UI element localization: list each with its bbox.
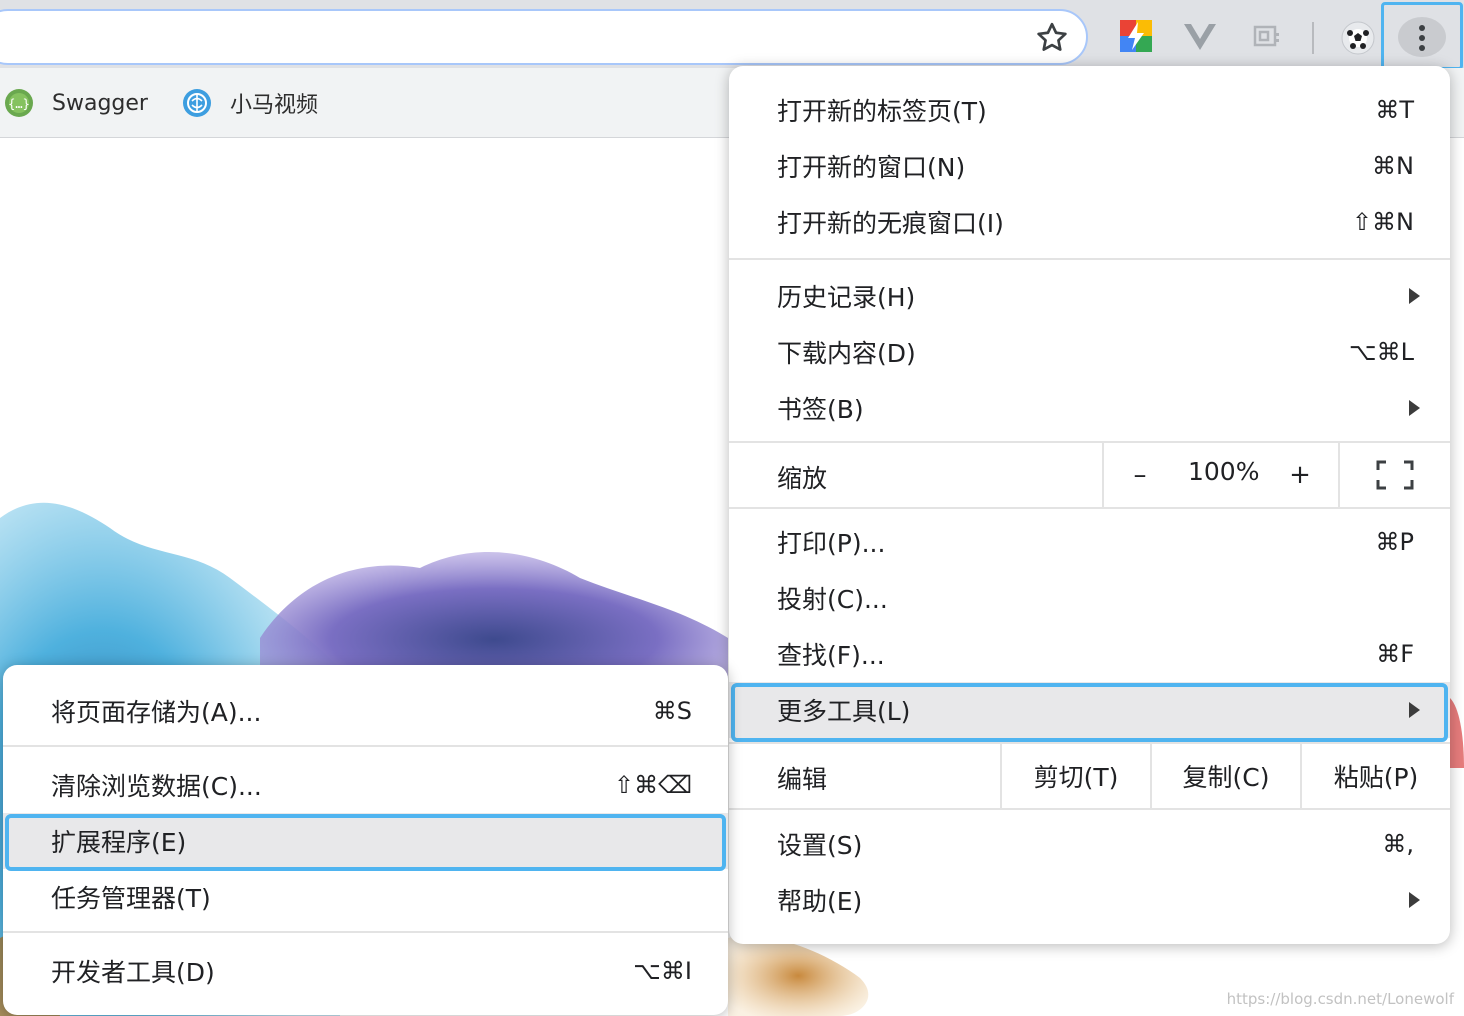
more-vertical-icon bbox=[1419, 25, 1425, 51]
vue-devtools-icon[interactable] bbox=[1182, 18, 1218, 54]
bookmark-swagger[interactable]: {…} Swagger bbox=[4, 86, 148, 120]
submenu-arrow-icon bbox=[1409, 702, 1420, 718]
edit-row: 编辑 剪切(T) 复制(C) 粘贴(P) bbox=[729, 744, 1450, 808]
menu-item-label: 下载内容(D) bbox=[777, 339, 916, 368]
menu-item-cast[interactable]: 投射(C)... bbox=[729, 570, 1450, 626]
zoom-label: 缩放 bbox=[777, 464, 828, 493]
toolbar-divider bbox=[1312, 22, 1314, 54]
brain-icon bbox=[183, 89, 211, 117]
menu-item-label: 查找(F)... bbox=[777, 641, 885, 670]
chrome-main-menu: 打开新的标签页(T) ⌘T 打开新的窗口(N) ⌘N 打开新的无痕窗口(I) ⇧… bbox=[729, 66, 1450, 944]
menu-item-label: 设置(S) bbox=[777, 831, 863, 860]
menu-item-shortcut: ⇧⌘N bbox=[1351, 208, 1414, 236]
fullscreen-button[interactable] bbox=[1338, 443, 1450, 507]
menu-item-label: 打印(P)... bbox=[777, 529, 886, 558]
submenu-arrow-icon bbox=[1409, 400, 1420, 416]
menu-item-label: 打开新的无痕窗口(I) bbox=[777, 209, 1004, 238]
browser-toolbar bbox=[0, 0, 1464, 70]
bookmark-label: Swagger bbox=[52, 90, 148, 116]
menu-item-label: 将页面存储为(A)... bbox=[51, 698, 262, 727]
bookmark-star-icon[interactable] bbox=[1034, 20, 1070, 56]
copy-button[interactable]: 复制(C) bbox=[1150, 744, 1300, 808]
menu-item-shortcut: ⌘P bbox=[1375, 528, 1414, 556]
menu-item-label: 扩展程序(E) bbox=[51, 828, 187, 857]
menu-item-shortcut: ⌘S bbox=[652, 697, 692, 725]
menu-item-label: 开发者工具(D) bbox=[51, 958, 215, 987]
submenu-arrow-icon bbox=[1409, 288, 1420, 304]
bookmark-label: 小马视频 bbox=[230, 93, 319, 118]
menu-item-shortcut: ⌘N bbox=[1372, 152, 1414, 180]
menu-item-developer-tools[interactable]: 开发者工具(D) ⌥⌘I bbox=[3, 943, 728, 999]
menu-item-more-tools[interactable]: 更多工具(L) bbox=[729, 682, 1450, 738]
menu-item-new-incognito-window[interactable]: 打开新的无痕窗口(I) ⇧⌘N bbox=[729, 194, 1450, 250]
menu-item-history[interactable]: 历史记录(H) bbox=[729, 268, 1450, 324]
menu-item-shortcut: ⇧⌘⌫ bbox=[613, 771, 692, 799]
address-bar[interactable] bbox=[0, 9, 1088, 65]
menu-item-find[interactable]: 查找(F)... ⌘F bbox=[729, 626, 1450, 682]
menu-item-new-window[interactable]: 打开新的窗口(N) ⌘N bbox=[729, 138, 1450, 194]
soccer-ball-icon[interactable] bbox=[1340, 20, 1376, 56]
zoom-controls: – 100% + bbox=[1102, 443, 1338, 507]
menu-item-task-manager[interactable]: 任务管理器(T) bbox=[3, 869, 728, 925]
menu-separator bbox=[729, 808, 1450, 810]
watermark: https://blog.csdn.net/Lonewolf bbox=[1226, 990, 1454, 1008]
menu-separator bbox=[3, 931, 728, 933]
fullscreen-icon bbox=[1376, 460, 1414, 490]
menu-separator bbox=[729, 258, 1450, 260]
extension-grid-icon[interactable] bbox=[1248, 18, 1284, 54]
menu-item-shortcut: ⌥⌘I bbox=[633, 957, 692, 985]
zoom-row: 缩放 – 100% + bbox=[729, 443, 1450, 507]
menu-item-extensions[interactable]: 扩展程序(E) bbox=[3, 813, 728, 869]
menu-item-help[interactable]: 帮助(E) bbox=[729, 872, 1450, 928]
more-tools-submenu: 将页面存储为(A)... ⌘S 清除浏览数据(C)... ⇧⌘⌫ 扩展程序(E)… bbox=[3, 665, 728, 1015]
menu-item-label: 投射(C)... bbox=[777, 585, 888, 614]
bookmark-xiaoma-video[interactable]: 小马视频 bbox=[182, 86, 318, 120]
zoom-level: 100% bbox=[1188, 457, 1260, 486]
menu-item-label: 书签(B) bbox=[777, 395, 864, 424]
menu-item-label: 清除浏览数据(C)... bbox=[51, 772, 262, 801]
menu-item-clear-browsing-data[interactable]: 清除浏览数据(C)... ⇧⌘⌫ bbox=[3, 757, 728, 813]
svg-text:{…}: {…} bbox=[8, 97, 30, 111]
menu-item-shortcut: ⌘T bbox=[1375, 96, 1414, 124]
menu-separator bbox=[729, 507, 1450, 509]
menu-item-new-tab[interactable]: 打开新的标签页(T) ⌘T bbox=[729, 82, 1450, 138]
menu-item-label: 更多工具(L) bbox=[777, 697, 911, 726]
menu-item-print[interactable]: 打印(P)... ⌘P bbox=[729, 514, 1450, 570]
menu-item-label: 打开新的窗口(N) bbox=[777, 153, 966, 182]
menu-item-label: 帮助(E) bbox=[777, 887, 863, 916]
menu-item-label: 历史记录(H) bbox=[777, 283, 916, 312]
menu-item-bookmarks[interactable]: 书签(B) bbox=[729, 380, 1450, 436]
swagger-icon: {…} bbox=[5, 89, 33, 117]
cut-button[interactable]: 剪切(T) bbox=[1000, 744, 1150, 808]
menu-item-settings[interactable]: 设置(S) ⌘, bbox=[729, 816, 1450, 872]
zoom-in-button[interactable]: + bbox=[1280, 457, 1320, 493]
menu-item-label: 任务管理器(T) bbox=[51, 884, 211, 913]
zoom-out-button[interactable]: – bbox=[1120, 457, 1160, 493]
menu-item-shortcut: ⌘F bbox=[1376, 640, 1414, 668]
menu-item-save-page-as[interactable]: 将页面存储为(A)... ⌘S bbox=[3, 683, 728, 739]
menu-separator bbox=[3, 745, 728, 747]
extension-lightning-icon[interactable] bbox=[1118, 18, 1154, 54]
paste-button[interactable]: 粘贴(P) bbox=[1300, 744, 1450, 808]
submenu-arrow-icon bbox=[1409, 892, 1420, 908]
menu-item-label: 打开新的标签页(T) bbox=[777, 97, 987, 126]
edit-label: 编辑 bbox=[777, 765, 828, 794]
chrome-menu-button[interactable] bbox=[1381, 2, 1463, 70]
menu-item-downloads[interactable]: 下载内容(D) ⌥⌘L bbox=[729, 324, 1450, 380]
menu-item-shortcut: ⌘, bbox=[1382, 830, 1414, 858]
menu-item-shortcut: ⌥⌘L bbox=[1348, 338, 1414, 366]
